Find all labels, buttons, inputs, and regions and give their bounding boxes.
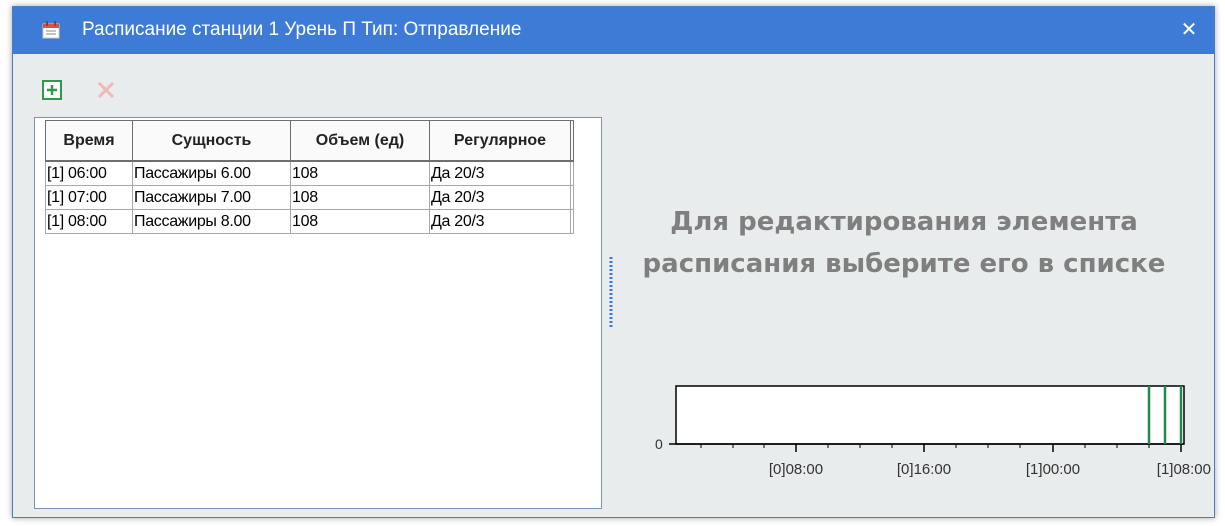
tick-label: [0]16:00 [897, 461, 951, 478]
column-header-regular[interactable]: Регулярное [429, 120, 571, 162]
cell-time[interactable]: [1] 06:00 [45, 160, 133, 186]
cell-regular[interactable]: Да 20/3 [429, 209, 571, 234]
cell-regular[interactable]: Да 20/3 [429, 160, 571, 186]
splitter-handle[interactable] [609, 257, 613, 327]
schedule-grid-panel[interactable]: Время Сущность Объем (ед) Регулярное [1]… [34, 117, 602, 509]
delete-x-icon [97, 81, 115, 99]
timeline-y-label: 0 [655, 436, 663, 452]
cell-filler [570, 185, 574, 210]
close-button[interactable]: ✕ [1178, 19, 1200, 41]
cell-entity[interactable]: Пассажиры 7.00 [132, 185, 291, 210]
column-header-volume[interactable]: Объем (ед) [290, 120, 430, 162]
cell-regular[interactable]: Да 20/3 [429, 185, 571, 210]
table-row[interactable]: [1] 07:00 Пассажиры 7.00 108 Да 20/3 [45, 185, 574, 210]
cell-time[interactable]: [1] 08:00 [45, 209, 133, 234]
schedule-table: Время Сущность Объем (ед) Регулярное [1]… [45, 120, 574, 234]
plus-box-icon [42, 80, 62, 100]
tick-label: [1]00:00 [1026, 461, 1080, 478]
schedule-dialog: Расписание станции 1 Урень П Тип: Отправ… [12, 6, 1215, 518]
table-row[interactable]: [1] 08:00 Пассажиры 8.00 108 Да 20/3 [45, 209, 574, 234]
cell-time[interactable]: [1] 07:00 [45, 185, 133, 210]
add-button[interactable] [41, 79, 63, 101]
cell-volume[interactable]: 108 [290, 209, 430, 234]
calendar-icon [41, 20, 61, 40]
cell-entity[interactable]: Пассажиры 8.00 [132, 209, 291, 234]
cell-filler [570, 160, 574, 186]
title-bar[interactable]: Расписание станции 1 Урень П Тип: Отправ… [13, 7, 1214, 54]
table-header-row: Время Сущность Объем (ед) Регулярное [45, 120, 574, 162]
empty-selection-hint: Для редактирования элемента расписания в… [639, 201, 1169, 285]
schedule-timeline[interactable]: 0 [0]08:00 [0]16:00 [1]00:00 [1]08:00 [633, 377, 1213, 502]
tick-label: [1]08:00 [1157, 461, 1211, 478]
cell-entity[interactable]: Пассажиры 6.00 [132, 160, 291, 186]
tick-label: [0]08:00 [769, 461, 823, 478]
column-header-time[interactable]: Время [45, 120, 133, 162]
table-row[interactable]: [1] 06:00 Пассажиры 6.00 108 Да 20/3 [45, 160, 574, 186]
delete-button[interactable] [95, 79, 117, 101]
cell-volume[interactable]: 108 [290, 160, 430, 186]
column-header-filler [570, 120, 574, 162]
timeline-frame [675, 385, 1185, 445]
window-title: Расписание станции 1 Урень П Тип: Отправ… [82, 19, 522, 40]
column-header-entity[interactable]: Сущность [132, 120, 291, 162]
hint-line-1: Для редактирования элемента [670, 207, 1138, 237]
cell-filler [570, 209, 574, 234]
hint-line-2: расписания выберите его в списке [642, 249, 1166, 279]
cell-volume[interactable]: 108 [290, 185, 430, 210]
